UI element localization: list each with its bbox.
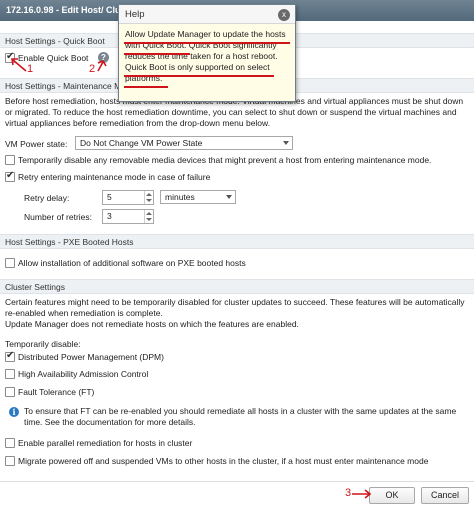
parallel-remediation-checkbox[interactable]	[5, 438, 15, 448]
fault-tolerance-checkbox[interactable]	[5, 387, 15, 397]
stepper-buttons[interactable]	[144, 210, 153, 223]
retry-delay-label: Retry delay:	[24, 193, 70, 203]
cancel-button[interactable]: Cancel	[421, 487, 469, 504]
annotation-underline	[124, 75, 274, 77]
help-question-icon[interactable]: ?	[98, 52, 109, 63]
dpm-label: Distributed Power Management (DPM)	[18, 352, 164, 362]
migrate-vms-checkbox[interactable]	[5, 456, 15, 466]
retries-stepper[interactable]: 3	[102, 209, 154, 224]
vm-power-state-select[interactable]: Do Not Change VM Power State	[75, 136, 293, 150]
retry-delay-value: 5	[107, 192, 112, 202]
retry-maintenance-checkbox[interactable]	[5, 170, 15, 182]
stepper-down-icon[interactable]	[146, 199, 152, 202]
ft-info-text: To ensure that FT can be re-enabled you …	[24, 406, 457, 427]
vm-power-state-value: Do Not Change VM Power State	[80, 138, 203, 148]
annotation-underline	[124, 42, 290, 44]
stepper-buttons[interactable]	[144, 191, 153, 204]
stepper-down-icon[interactable]	[146, 218, 152, 221]
retry-delay-unit-value: minutes	[165, 192, 195, 202]
temp-disable-label: Temporarily disable:	[5, 339, 81, 349]
chevron-down-icon	[283, 141, 289, 145]
annotation-underline	[124, 53, 190, 55]
annotation-number-3: 3	[345, 487, 352, 499]
ha-admission-checkbox[interactable]	[5, 369, 15, 379]
retry-delay-stepper[interactable]: 5	[102, 190, 154, 205]
annotation-arrow-2	[97, 61, 104, 72]
cluster-description: Certain features might need to be tempor…	[5, 297, 465, 318]
parallel-remediation-label: Enable parallel remediation for hosts in…	[18, 438, 193, 448]
chevron-down-icon	[226, 195, 232, 199]
help-popup-title: Help	[119, 5, 295, 24]
annotation-number-2: 2	[89, 63, 96, 75]
help-line-3: Quick Boot is only supported on select p…	[125, 62, 270, 83]
fault-tolerance-label: Fault Tolerance (FT)	[18, 387, 95, 397]
dpm-checkbox[interactable]	[5, 350, 15, 362]
footer-divider	[0, 481, 474, 482]
ha-admission-label: High Availability Admission Control	[18, 369, 149, 379]
retries-label: Number of retries:	[24, 212, 93, 222]
allow-pxe-software-label: Allow installation of additional softwar…	[18, 258, 246, 268]
ok-button[interactable]: OK	[369, 487, 415, 504]
retry-maintenance-label: Retry entering maintenance mode in case …	[18, 172, 211, 182]
cluster-section-title: Cluster Settings	[0, 279, 474, 294]
enable-quick-boot-checkbox[interactable]	[5, 51, 15, 63]
pxe-section-title: Host Settings - PXE Booted Hosts	[0, 234, 474, 249]
annotation-number-1: 1	[27, 63, 34, 75]
info-icon: i	[9, 407, 19, 417]
cluster-description-2: Update Manager does not remediate hosts …	[5, 319, 299, 329]
migrate-vms-label: Migrate powered off and suspended VMs to…	[18, 456, 429, 466]
disable-media-label: Temporarily disable any removable media …	[18, 155, 432, 165]
annotation-underline	[124, 86, 168, 88]
stepper-up-icon[interactable]	[146, 212, 152, 215]
retry-delay-unit-select[interactable]: minutes	[160, 190, 236, 204]
allow-pxe-software-checkbox[interactable]	[5, 258, 15, 268]
help-popup-body: Allow Update Manager to update the hosts…	[119, 24, 295, 89]
help-line-1: Allow Update Manager to update the hosts	[125, 29, 286, 39]
retries-value: 3	[107, 211, 112, 221]
close-icon[interactable]: x	[278, 9, 290, 21]
vm-power-state-label: VM Power state:	[5, 139, 68, 149]
enable-quick-boot-label: Enable Quick Boot	[18, 53, 89, 63]
stepper-up-icon[interactable]	[146, 193, 152, 196]
disable-media-checkbox[interactable]	[5, 155, 15, 165]
